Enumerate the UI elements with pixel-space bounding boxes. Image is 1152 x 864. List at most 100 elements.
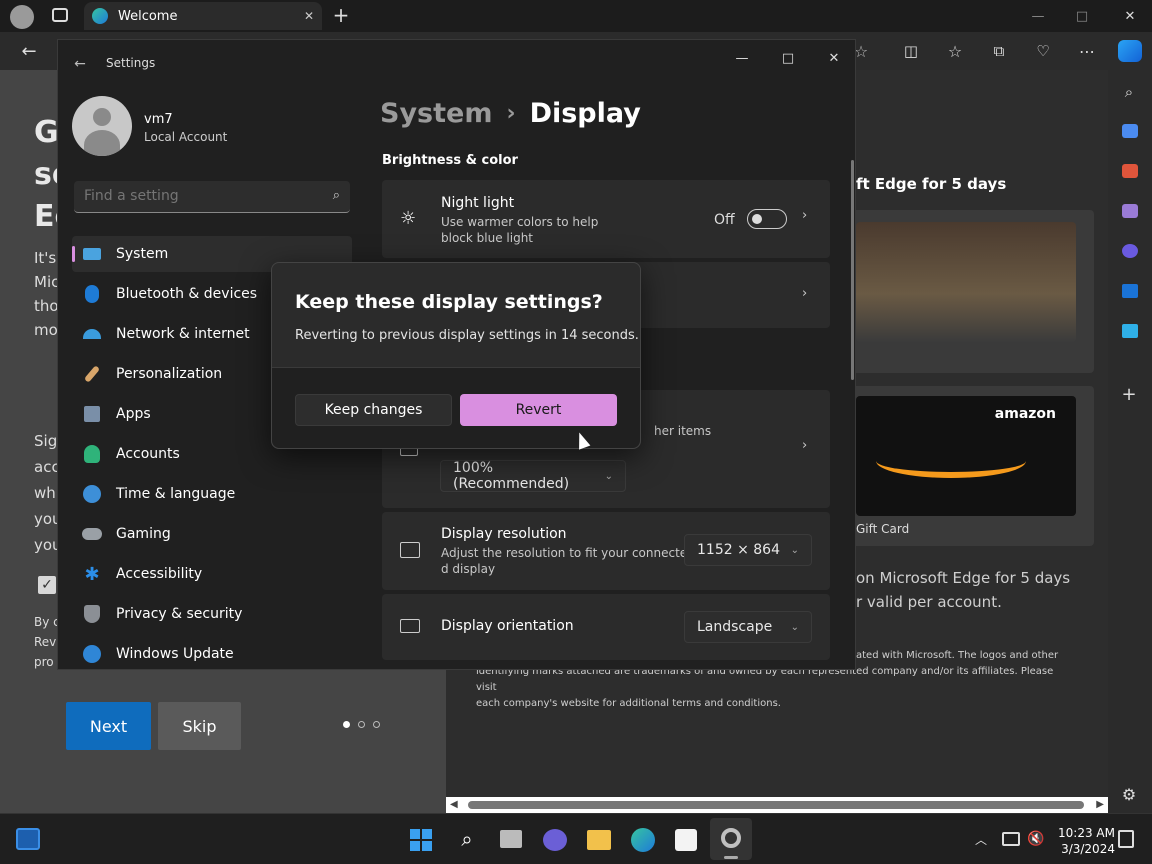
- teams-chat-icon[interactable]: [543, 829, 567, 851]
- orientation-dropdown[interactable]: Landscape ⌄: [684, 611, 812, 643]
- clock[interactable]: 10:23 AM 3/3/2024: [1058, 825, 1115, 857]
- monitor-icon: [82, 244, 102, 264]
- pagination-dots: [343, 721, 380, 728]
- show-hidden-icons-icon[interactable]: ︿: [972, 830, 990, 848]
- settings-close-icon[interactable]: ✕: [822, 46, 846, 70]
- display-resolution-row[interactable]: Display resolution Adjust the resolution…: [382, 512, 830, 590]
- restore-icon[interactable]: □: [1072, 6, 1092, 26]
- nav-label: Apps: [116, 406, 151, 422]
- consent-checkbox[interactable]: ✓: [38, 576, 56, 594]
- tab-welcome[interactable]: Welcome ✕: [84, 2, 322, 30]
- search-input[interactable]: [74, 181, 314, 211]
- amazon-promo-card[interactable]: amazon Gift Card: [846, 386, 1094, 546]
- start-button-icon[interactable]: [410, 829, 432, 851]
- tab-actions-icon[interactable]: [52, 8, 68, 22]
- night-light-desc: Use warmer colors to help block blue lig…: [441, 215, 599, 245]
- amazon-logo: amazon: [994, 406, 1056, 422]
- games-icon[interactable]: [1122, 204, 1138, 218]
- minimize-icon[interactable]: —: [1028, 6, 1048, 26]
- taskbar-search-icon[interactable]: ⌕: [455, 827, 479, 851]
- close-window-icon[interactable]: ✕: [1120, 6, 1140, 26]
- microsoft-store-icon[interactable]: [675, 829, 697, 851]
- taskbar-edge-icon[interactable]: [631, 828, 655, 852]
- keep-changes-button[interactable]: Keep changes: [295, 394, 452, 426]
- nav-active-indicator: [72, 246, 75, 262]
- breadcrumb-parent[interactable]: System: [380, 98, 492, 129]
- scrollbar-thumb[interactable]: [468, 801, 1084, 809]
- user-name: vm7: [144, 112, 173, 127]
- page-dot[interactable]: [373, 721, 380, 728]
- clock-date: 3/3/2024: [1061, 842, 1115, 856]
- shopping-icon[interactable]: [1122, 124, 1138, 138]
- nav-label: Accounts: [116, 446, 180, 462]
- file-explorer-icon[interactable]: [587, 830, 611, 850]
- favorites-icon[interactable]: ☆: [944, 40, 966, 62]
- back-icon[interactable]: ←: [18, 40, 40, 62]
- bluetooth-icon: [82, 284, 102, 304]
- add-sidebar-app-icon[interactable]: +: [1119, 384, 1139, 405]
- settings-search[interactable]: ⌕: [74, 181, 350, 213]
- scroll-right-arrow[interactable]: ▶: [1096, 799, 1104, 810]
- dialog-title: Keep these display settings?: [295, 291, 603, 313]
- browser-essentials-icon[interactable]: ♡: [1032, 40, 1054, 62]
- copilot-icon[interactable]: [1118, 40, 1142, 62]
- outlook-icon[interactable]: [1122, 284, 1138, 298]
- microsoft365-icon[interactable]: [1122, 244, 1138, 258]
- nav-label: Personalization: [116, 366, 223, 382]
- volume-tray-icon[interactable]: 🔇: [1026, 830, 1046, 848]
- scale-dropdown[interactable]: 100% (Recommended) ⌄: [440, 460, 626, 492]
- nav-label: Privacy & security: [116, 606, 243, 622]
- nav-item-windows-update[interactable]: Windows Update: [72, 636, 352, 672]
- night-light-toggle[interactable]: [747, 209, 787, 229]
- nav-item-gaming[interactable]: Gaming: [72, 516, 352, 552]
- sidebar-settings-icon[interactable]: ⚙: [1119, 784, 1139, 804]
- network-tray-icon[interactable]: [1002, 832, 1020, 846]
- nav-item-privacy[interactable]: Privacy & security: [72, 596, 352, 632]
- new-tab-icon[interactable]: +: [330, 3, 352, 27]
- avatar[interactable]: [72, 96, 132, 156]
- widgets-icon[interactable]: [16, 828, 40, 850]
- globe-clock-icon: [82, 484, 102, 504]
- nav-item-time-language[interactable]: Time & language: [72, 476, 352, 512]
- brightness-icon: ☼: [400, 208, 417, 229]
- game-promo-card[interactable]: [846, 210, 1094, 373]
- settings-minimize-icon[interactable]: —: [730, 46, 754, 70]
- horizontal-scrollbar[interactable]: ◀ ▶: [446, 797, 1108, 813]
- tab-close-icon[interactable]: ✕: [304, 9, 314, 23]
- amazon-gift-image: amazon: [856, 396, 1076, 516]
- nav-label: Gaming: [116, 526, 171, 542]
- settings-back-icon[interactable]: ←: [70, 54, 90, 74]
- drop-icon[interactable]: [1122, 324, 1138, 338]
- nav-label: System: [116, 246, 169, 262]
- display-orientation-row[interactable]: Display orientation Landscape ⌄: [382, 594, 830, 660]
- task-view-icon[interactable]: [500, 830, 522, 848]
- settings-title: Settings: [106, 56, 156, 70]
- scroll-left-arrow[interactable]: ◀: [450, 799, 458, 810]
- nav-label: Windows Update: [116, 646, 234, 662]
- taskbar-settings-icon[interactable]: [710, 818, 752, 860]
- search-icon[interactable]: ⌕: [1119, 82, 1139, 102]
- skip-button[interactable]: Skip: [158, 702, 241, 750]
- resolution-dropdown[interactable]: 1152 × 864 ⌄: [684, 534, 812, 566]
- notification-icon[interactable]: [1118, 830, 1134, 848]
- profile-avatar[interactable]: [10, 5, 34, 29]
- page-dot-active[interactable]: [343, 721, 350, 728]
- page-dot[interactable]: [358, 721, 365, 728]
- settings-scrollbar[interactable]: [851, 160, 854, 380]
- clock-time: 10:23 AM: [1058, 826, 1115, 840]
- game-characters-image: [856, 222, 1076, 342]
- tools-icon[interactable]: [1122, 164, 1138, 178]
- split-screen-icon[interactable]: ◫: [900, 40, 922, 62]
- orientation-title: Display orientation: [441, 618, 574, 634]
- promo-title: ft Edge for 5 days: [856, 175, 1007, 193]
- settings-maximize-icon[interactable]: □: [776, 46, 800, 70]
- chevron-right-icon: ›: [802, 208, 808, 223]
- revert-button[interactable]: Revert: [460, 394, 617, 426]
- collections-icon[interactable]: ⧉: [988, 40, 1010, 62]
- more-menu-icon[interactable]: ⋯: [1076, 40, 1098, 62]
- next-button[interactable]: Next: [66, 702, 151, 750]
- nav-item-accessibility[interactable]: ✱ Accessibility: [72, 556, 352, 592]
- offer-text: on Microsoft Edge for 5 days r valid per…: [856, 569, 1071, 611]
- update-icon: [82, 644, 102, 664]
- night-light-row[interactable]: ☼ Night light Use warmer colors to help …: [382, 180, 830, 258]
